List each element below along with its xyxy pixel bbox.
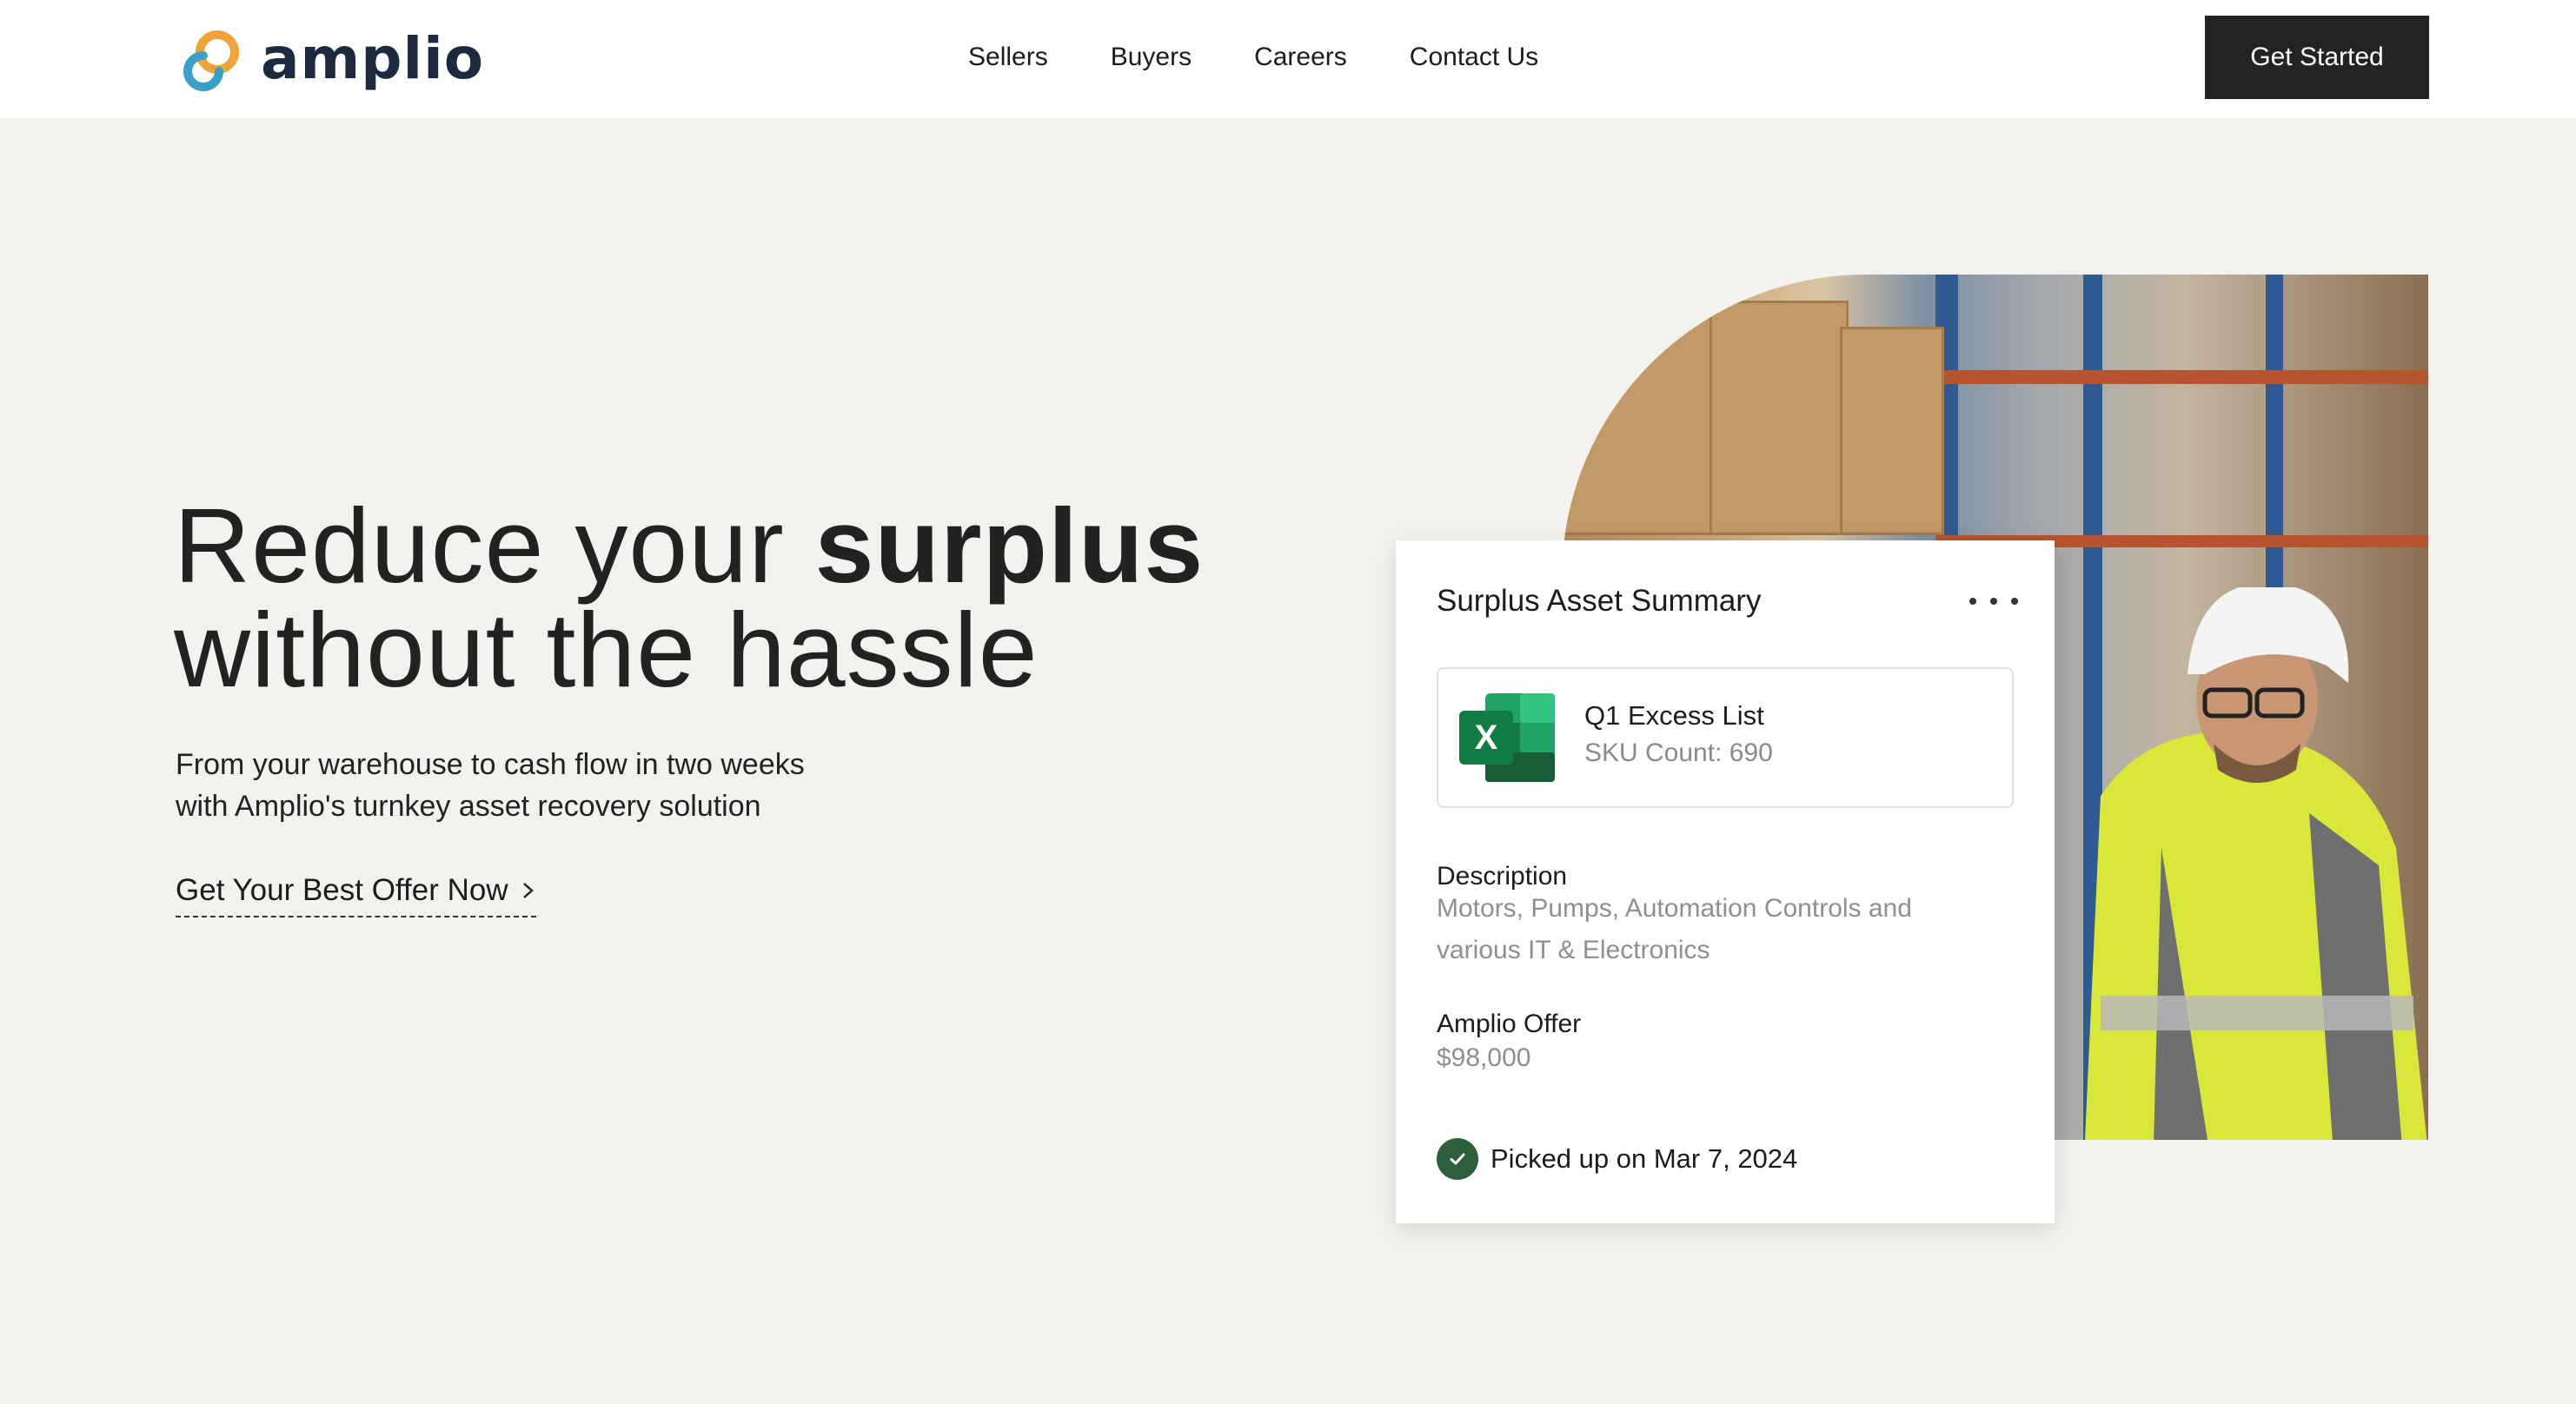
headline-line1: Reduce your surplus bbox=[174, 487, 1204, 605]
excel-icon: X bbox=[1459, 693, 1555, 782]
description-label: Description bbox=[1437, 862, 1568, 891]
logo-wordmark: amplio bbox=[261, 25, 485, 92]
subtext-line1: From your warehouse to cash flow in two … bbox=[176, 748, 805, 781]
file-attachment[interactable]: X Q1 Excess List SKU Count: 690 bbox=[1437, 667, 2014, 808]
shelf-beam bbox=[1935, 370, 2428, 384]
chevron-right-icon bbox=[522, 883, 534, 898]
box-stack bbox=[1710, 301, 1849, 535]
svg-text:X: X bbox=[1475, 719, 1498, 757]
card-title: Surplus Asset Summary bbox=[1437, 584, 1762, 618]
file-sku-count: SKU Count: 690 bbox=[1584, 738, 1773, 767]
checkmark-icon bbox=[1450, 1153, 1465, 1165]
check-circle-icon bbox=[1437, 1138, 1478, 1180]
amplio-logo-icon bbox=[183, 30, 239, 91]
more-horizontal-icon[interactable] bbox=[1969, 586, 2018, 617]
status-text: Picked up on Mar 7, 2024 bbox=[1490, 1143, 1798, 1174]
dot bbox=[1990, 598, 1997, 605]
nav-link-contact-us[interactable]: Contact Us bbox=[1410, 38, 1538, 76]
headline-bold: surplus bbox=[814, 487, 1205, 605]
nav-link-sellers[interactable]: Sellers bbox=[968, 38, 1048, 76]
nav-link-careers[interactable]: Careers bbox=[1254, 38, 1347, 76]
hero-subtext: From your warehouse to cash flow in two … bbox=[176, 744, 958, 827]
worker-figure bbox=[2085, 587, 2427, 1140]
get-offer-link-label: Get Your Best Offer Now bbox=[176, 873, 508, 907]
description-value: Motors, Pumps, Automation Controls and v… bbox=[1437, 894, 1912, 964]
main-nav: Sellers Buyers Careers Contact Us bbox=[968, 38, 1538, 76]
pickup-status: Picked up on Mar 7, 2024 bbox=[1437, 1138, 1797, 1180]
offer-value: $98,000 bbox=[1437, 1043, 1531, 1072]
subtext-line2: with Amplio's turnkey asset recovery sol… bbox=[176, 790, 761, 823]
headline-regular: Reduce your bbox=[174, 487, 815, 605]
box-stack bbox=[1562, 275, 1718, 535]
offer-label: Amplio Offer bbox=[1437, 1010, 1582, 1038]
site-header: amplio Sellers Buyers Careers Contact Us… bbox=[0, 0, 2576, 118]
hero-headline: Reduce your surplus without the hassle bbox=[174, 493, 1204, 703]
surplus-asset-summary-card: Surplus Asset Summary X Q1 Excess List S… bbox=[1396, 540, 2055, 1223]
box-stack bbox=[1840, 327, 1944, 535]
get-offer-link[interactable]: Get Your Best Offer Now bbox=[176, 869, 536, 917]
dot bbox=[2011, 598, 2018, 605]
dot bbox=[1969, 598, 1976, 605]
logo[interactable]: amplio bbox=[177, 26, 484, 92]
get-started-button[interactable]: Get Started bbox=[2205, 16, 2429, 99]
headline-line2: without the hassle bbox=[174, 591, 1039, 709]
nav-link-buyers[interactable]: Buyers bbox=[1111, 38, 1192, 76]
file-name: Q1 Excess List bbox=[1584, 700, 1764, 731]
